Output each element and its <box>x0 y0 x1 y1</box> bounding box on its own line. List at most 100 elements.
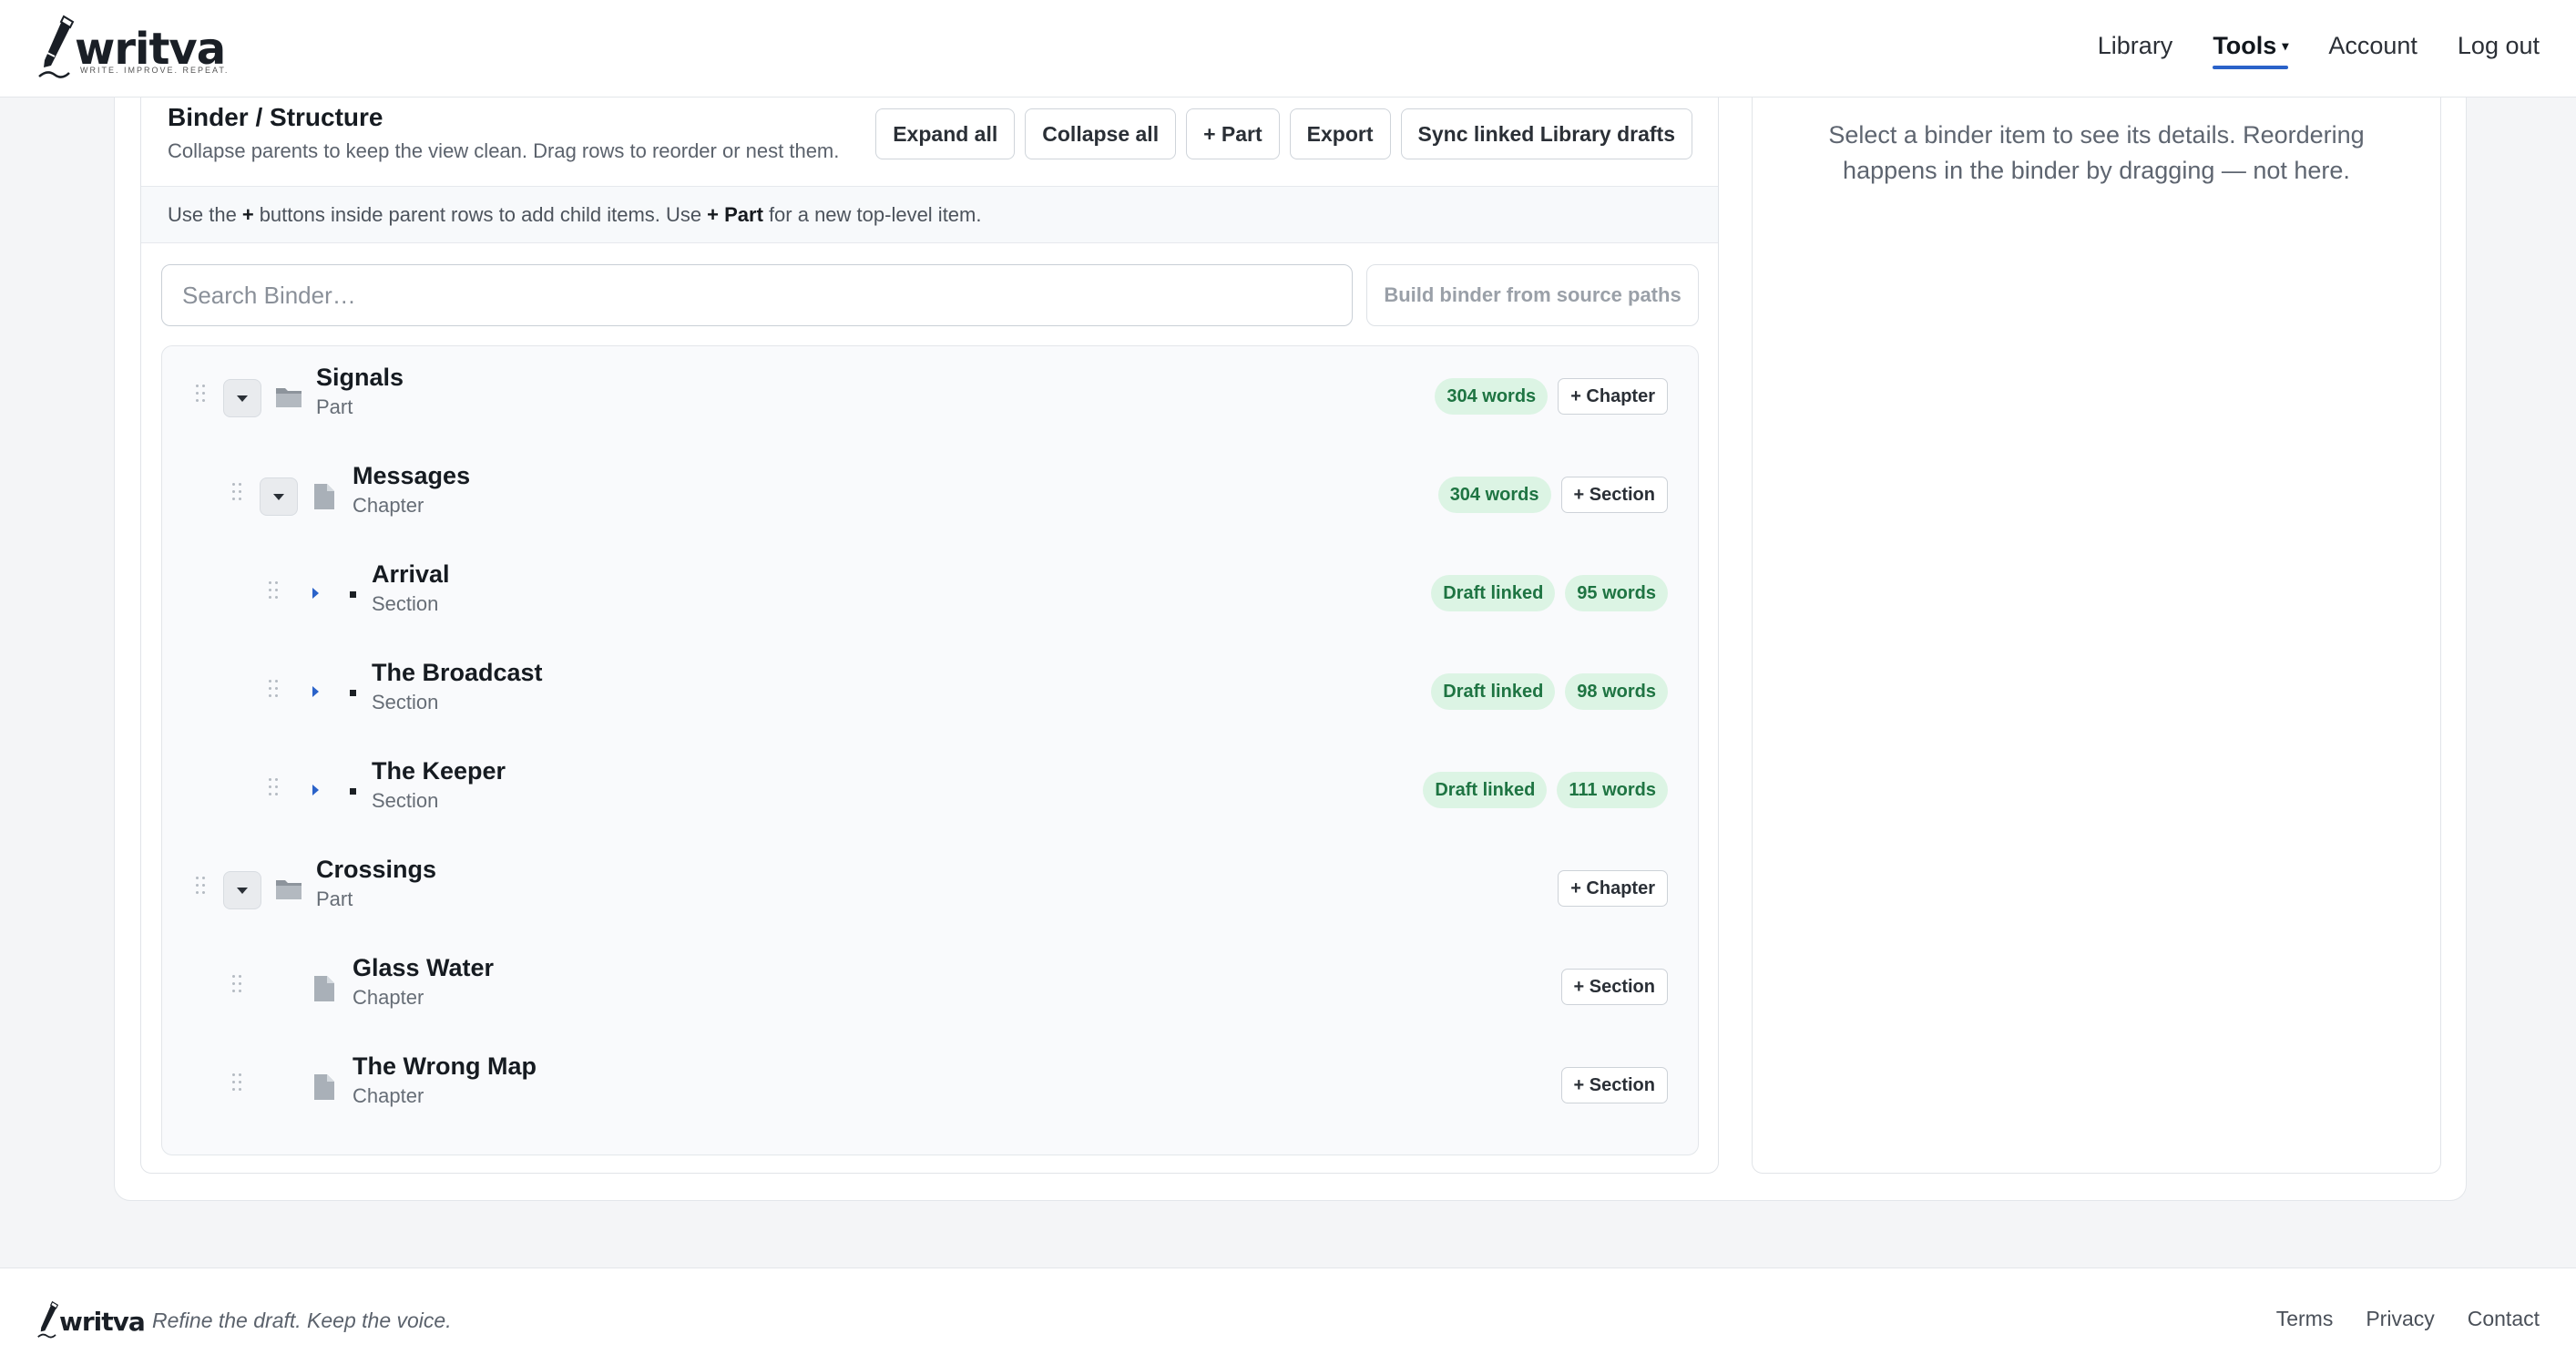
row-actions: Draft linked 98 words <box>1431 673 1668 710</box>
collapse-toggle-button[interactable] <box>260 477 298 516</box>
row-type: Part <box>316 395 353 418</box>
drag-handle-icon[interactable] <box>269 581 280 601</box>
word-count-badge: 304 words <box>1435 378 1549 415</box>
footer-terms-link[interactable]: Terms <box>2276 1307 2334 1331</box>
add-section-button[interactable]: + Section <box>1560 477 1668 513</box>
top-navigation-bar: writva WRITE. IMPROVE. REPEAT. Library T… <box>0 0 2576 98</box>
drag-handle-icon[interactable] <box>196 877 207 897</box>
drag-handle-icon[interactable] <box>269 680 280 700</box>
row-type: Section <box>372 789 439 812</box>
chevron-down-icon: ▾ <box>2282 37 2289 53</box>
sync-drafts-button[interactable]: Sync linked Library drafts <box>1400 108 1692 159</box>
row-title: The Keeper <box>372 757 506 785</box>
add-part-button[interactable]: + Part <box>1186 108 1280 159</box>
brand-logo[interactable]: writva WRITE. IMPROVE. REPEAT. <box>36 13 227 80</box>
nav-account-link[interactable]: Account <box>2328 32 2418 60</box>
add-section-button[interactable]: + Section <box>1560 969 1668 1005</box>
footer-logo[interactable]: writva <box>36 1299 146 1339</box>
row-type: Chapter <box>353 1084 424 1107</box>
folder-icon <box>276 388 302 407</box>
word-count-badge: 304 words <box>1437 477 1551 513</box>
row-type: Part <box>316 888 353 910</box>
footer-links: Terms Privacy Contact <box>2276 1307 2540 1331</box>
binder-row-signals[interactable]: Signals Part 304 words + Chapter <box>162 346 1698 445</box>
draft-linked-badge: Draft linked <box>1431 575 1556 611</box>
brand-tagline: WRITE. IMPROVE. REPEAT. <box>80 66 230 75</box>
footer-wordmark: writva <box>59 1307 146 1337</box>
binder-tree: Signals Part 304 words + Chapter Message… <box>161 345 1699 1155</box>
word-count-badge: 95 words <box>1565 575 1668 611</box>
caret-right-icon[interactable] <box>312 686 319 697</box>
nav-library-link[interactable]: Library <box>2098 32 2173 60</box>
binder-row-the-keeper[interactable]: The Keeper Section Draft linked 111 word… <box>162 740 1698 838</box>
binder-panel: Binder / Structure Collapse parents to k… <box>140 55 1719 1174</box>
footer-contact-link[interactable]: Contact <box>2468 1307 2540 1331</box>
bullet-icon <box>350 690 356 696</box>
binder-row-crossings[interactable]: Crossings Part + Chapter <box>162 838 1698 937</box>
binder-row-the-broadcast[interactable]: The Broadcast Section Draft linked 98 wo… <box>162 641 1698 740</box>
document-icon <box>314 484 334 509</box>
drag-handle-icon[interactable] <box>269 778 280 798</box>
word-count-badge: 111 words <box>1557 772 1668 808</box>
bullet-icon <box>350 788 356 795</box>
add-section-button[interactable]: + Section <box>1560 1067 1668 1103</box>
row-actions: + Section <box>1560 969 1668 1005</box>
build-binder-button[interactable]: Build binder from source paths <box>1366 264 1699 326</box>
row-title: Glass Water <box>353 954 495 981</box>
expand-all-button[interactable]: Expand all <box>875 108 1016 159</box>
row-title: The Wrong Map <box>353 1052 537 1080</box>
row-title: Crossings <box>316 856 437 883</box>
row-title: Messages <box>353 462 471 489</box>
binder-row-the-wrong-map[interactable]: The Wrong Map Chapter + Section <box>162 1035 1698 1134</box>
brand-wordmark: writva <box>75 24 226 75</box>
binder-title: Binder / Structure <box>168 103 383 131</box>
binder-search-input[interactable] <box>161 264 1353 326</box>
row-title: The Broadcast <box>372 659 543 686</box>
main-nav: Library Tools ▾ Account Log out <box>2098 0 2540 91</box>
collapse-all-button[interactable]: Collapse all <box>1025 108 1177 159</box>
footer-privacy-link[interactable]: Privacy <box>2366 1307 2434 1331</box>
collapse-toggle-button[interactable] <box>223 379 261 417</box>
bullet-icon <box>350 591 356 598</box>
row-type: Section <box>372 592 439 615</box>
details-panel: Select a binder item to see its details.… <box>1752 55 2441 1174</box>
row-type: Chapter <box>353 986 424 1009</box>
row-title: Signals <box>316 364 404 391</box>
caret-right-icon[interactable] <box>312 588 319 599</box>
caret-down-icon <box>273 493 284 500</box>
export-button[interactable]: Export <box>1289 108 1391 159</box>
document-icon <box>314 976 334 1001</box>
binder-row-messages[interactable]: Messages Chapter 304 words + Section <box>162 445 1698 543</box>
hint-text-2: buttons inside parent rows to add child … <box>259 202 702 226</box>
row-actions: + Section <box>1560 1067 1668 1103</box>
binder-row-glass-water[interactable]: Glass Water Chapter + Section <box>162 937 1698 1035</box>
add-chapter-button[interactable]: + Chapter <box>1558 378 1668 415</box>
details-empty-message: Select a binder item to see its details.… <box>1828 121 2365 184</box>
caret-down-icon <box>237 887 248 894</box>
row-type: Section <box>372 691 439 713</box>
pen-nib-icon <box>37 1300 59 1339</box>
folder-icon <box>276 880 302 899</box>
collapse-toggle-button[interactable] <box>223 871 261 909</box>
row-actions: Draft linked 95 words <box>1431 575 1668 611</box>
hint-text-3: for a new top-level item. <box>768 202 982 226</box>
nav-tools-menu[interactable]: Tools ▾ <box>2213 31 2289 69</box>
binder-hint: Use the + buttons inside parent rows to … <box>141 186 1718 243</box>
document-icon <box>314 1074 334 1100</box>
drag-handle-icon[interactable] <box>232 1073 243 1093</box>
row-type: Chapter <box>353 494 424 517</box>
binder-row-arrival[interactable]: Arrival Section Draft linked 95 words <box>162 543 1698 641</box>
drag-handle-icon[interactable] <box>232 975 243 995</box>
drag-handle-icon[interactable] <box>196 385 207 405</box>
caret-right-icon[interactable] <box>312 785 319 795</box>
drag-handle-icon[interactable] <box>232 483 243 503</box>
row-actions: 304 words + Chapter <box>1435 378 1668 415</box>
nav-logout-link[interactable]: Log out <box>2458 32 2540 60</box>
nav-tools-label: Tools <box>2213 31 2277 59</box>
row-title: Arrival <box>372 560 450 588</box>
binder-subtitle: Collapse parents to keep the view clean.… <box>168 139 840 162</box>
add-chapter-button[interactable]: + Chapter <box>1558 870 1668 907</box>
pen-nib-icon <box>38 15 75 78</box>
hint-plus: + <box>241 202 254 226</box>
hint-text-1: Use the <box>168 202 237 226</box>
